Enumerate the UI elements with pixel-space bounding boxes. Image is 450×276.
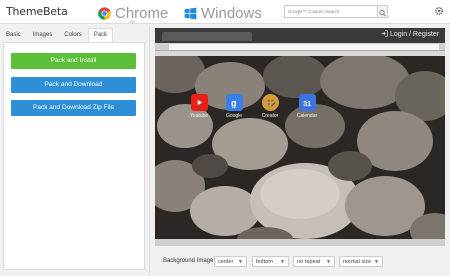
preview-tab-strip: Login / Register <box>155 28 445 43</box>
pack-and-download-button[interactable]: Pack and Download <box>11 77 136 93</box>
chevron-down-icon: ▼ <box>326 259 331 265</box>
theme-preview: Login / Register Youtube g Google Creato… <box>155 28 445 246</box>
chevron-down-icon: ▼ <box>374 259 379 265</box>
app-label-calendar: Calendar <box>296 113 318 119</box>
calendar-icon: 31 <box>298 94 316 111</box>
login-register-link[interactable]: Login / Register <box>381 30 439 38</box>
chrome-icon <box>98 6 111 20</box>
search-input[interactable]: Google™ Custom Search <box>284 5 378 18</box>
app-label-google: Google <box>225 113 243 119</box>
app-calendar[interactable]: 31 Calendar <box>293 94 321 119</box>
preview-tab <box>162 32 252 41</box>
nav-windows-label: Windows <box>201 4 262 22</box>
active-nav-caret <box>128 19 136 24</box>
svg-text:g: g <box>231 98 237 108</box>
app-label-creator: Creator <box>261 113 279 119</box>
nav-chrome-label: Chrome <box>115 4 169 22</box>
nav-windows[interactable]: Windows <box>184 2 262 24</box>
background-size-select[interactable]: normal size ▼ <box>339 256 383 267</box>
settings-button[interactable] <box>434 4 444 16</box>
background-position-h-select[interactable]: center ▼ <box>214 256 247 267</box>
rocks-background-image <box>155 56 445 239</box>
site-logo[interactable]: ThemeBeta <box>6 5 68 18</box>
background-size-value: normal size <box>343 259 372 265</box>
background-image-label: Background Image: <box>163 258 216 264</box>
pack-panel: Pack and Install Pack and Download Pack … <box>3 42 145 270</box>
app-creator[interactable]: Creator <box>256 94 284 119</box>
tab-colors[interactable]: Colors <box>58 28 87 42</box>
chevron-down-icon: ▼ <box>238 259 243 265</box>
sidebar-tabs: Basic Images Colors Pack <box>0 28 114 42</box>
search-button[interactable] <box>378 5 388 18</box>
tab-basic[interactable]: Basic <box>0 28 27 42</box>
app-google[interactable]: g Google <box>220 94 248 119</box>
gear-icon <box>434 6 444 16</box>
sidebar: Basic Images Colors Pack Pack and Instal… <box>0 25 150 276</box>
background-repeat-select[interactable]: no repeat ▼ <box>293 256 335 267</box>
preview-toolbar <box>155 43 445 51</box>
top-bar: ThemeBeta Chrome Windows Google™ Custom … <box>0 0 450 24</box>
tab-images[interactable]: Images <box>27 28 59 42</box>
login-icon <box>381 30 388 37</box>
tab-pack[interactable]: Pack <box>87 28 114 42</box>
background-position-v-select[interactable]: bottom ▼ <box>252 256 289 267</box>
youtube-icon <box>190 94 208 111</box>
preview-omnibox <box>169 44 439 50</box>
windows-icon <box>184 7 197 19</box>
background-repeat-value: no repeat <box>297 259 321 265</box>
background-position-h-value: center <box>218 259 234 265</box>
pack-and-install-button[interactable]: Pack and Install <box>11 53 136 69</box>
app-youtube[interactable]: Youtube <box>185 94 213 119</box>
palette-icon <box>261 94 279 111</box>
login-register-label: Login / Register <box>389 31 439 38</box>
background-position-v-value: bottom <box>256 259 273 265</box>
preview-status-bar <box>155 239 445 246</box>
search-icon <box>379 9 386 17</box>
pack-and-download-zip-button[interactable]: Pack and Download Zip File <box>11 100 136 116</box>
preview-background: Youtube g Google Creator 31 Calendar <box>155 56 445 239</box>
background-controls: Background Image: center ▼ bottom ▼ no r… <box>155 250 450 276</box>
app-label-youtube: Youtube <box>189 113 209 119</box>
chevron-down-icon: ▼ <box>280 259 285 265</box>
google-search-icon: g <box>225 94 243 111</box>
svg-text:31: 31 <box>303 99 311 108</box>
